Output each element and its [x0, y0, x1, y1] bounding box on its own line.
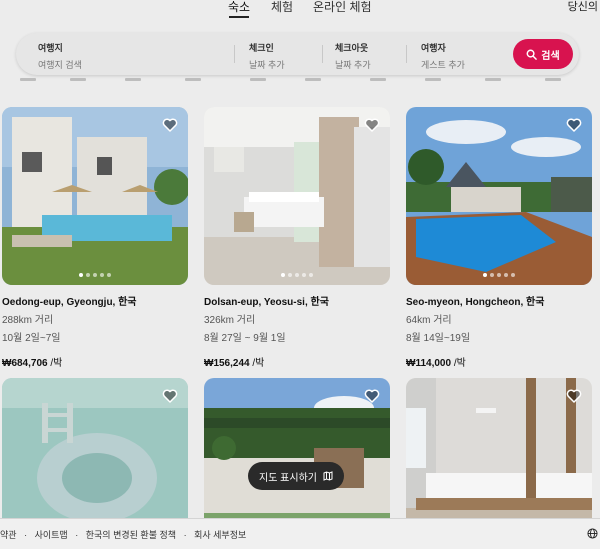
tab-experiences[interactable]: 체험: [271, 0, 293, 15]
checkout-label: 체크아웃: [335, 43, 369, 53]
search-checkin[interactable]: 체크인 날짜 추가: [249, 41, 285, 71]
category-icon[interactable]: [305, 78, 321, 81]
search-guests[interactable]: 여행자 게스트 추가: [421, 41, 465, 71]
listing-dates: 8월 14일~19일: [406, 333, 471, 344]
listing-price: ₩156,244 /박: [204, 354, 390, 369]
category-icon[interactable]: [70, 78, 86, 81]
listing-info: Oedong-eup, Gyeongju, 한국 288km 거리 10월 2일…: [2, 293, 188, 369]
tab-stays[interactable]: 숙소: [228, 0, 250, 15]
where-label: 여행지: [38, 43, 63, 53]
listing-distance: 326km 거리: [204, 315, 256, 326]
category-strip: [0, 78, 600, 90]
listing-location: Oedong-eup, Gyeongju, 한국: [2, 297, 137, 308]
search-checkout[interactable]: 체크아웃 날짜 추가: [335, 41, 371, 71]
heart-icon[interactable]: [162, 117, 178, 133]
listing-photo[interactable]: [2, 107, 188, 285]
tab-active-indicator: [229, 16, 249, 18]
listing-location: Dolsan-eup, Yeosu-si, 한국: [204, 297, 329, 308]
listing-distance: 64km 거리: [406, 315, 452, 326]
page: 숙소 체험 온라인 체험 당신의 여행지 여행지 검색 체크인 날짜 추가 체크…: [0, 0, 600, 549]
guests-label: 여행자: [421, 43, 446, 53]
show-map-button[interactable]: 지도 표시하기: [248, 462, 344, 490]
divider: [234, 45, 235, 63]
heart-icon[interactable]: [162, 388, 178, 404]
heart-icon[interactable]: [364, 117, 380, 133]
heart-icon[interactable]: [566, 117, 582, 133]
heart-icon[interactable]: [364, 388, 380, 404]
checkin-value: 날짜 추가: [249, 60, 285, 70]
show-map-label: 지도 표시하기: [259, 472, 317, 484]
listing-price-unit: /박: [249, 358, 265, 369]
host-link[interactable]: 당신의: [568, 0, 598, 14]
listing-price: ₩684,706 /박: [2, 354, 188, 369]
search-bar: 여행지 여행지 검색 체크인 날짜 추가 체크아웃 날짜 추가 여행자 게스트 …: [16, 33, 579, 75]
footer-link-company-details[interactable]: 회사 세부정보: [194, 530, 246, 540]
listing-photo[interactable]: [204, 107, 390, 285]
listing-dates: 10월 2일~7일: [2, 333, 61, 344]
footer-separator: ·: [24, 530, 28, 540]
heart-icon[interactable]: [566, 388, 582, 404]
divider: [322, 45, 323, 63]
search-button[interactable]: 검색: [513, 39, 573, 69]
footer-separator: ·: [75, 530, 79, 540]
footer: 약관 · 사이트맵 · 한국의 변경된 환불 정책 · 회사 세부정보: [0, 518, 600, 549]
listing-info: Dolsan-eup, Yeosu-si, 한국 326km 거리 8월 27일…: [204, 293, 390, 369]
listing-distance: 288km 거리: [2, 315, 54, 326]
where-input[interactable]: 여행지 검색: [38, 58, 82, 71]
listing-price-amount: ₩114,000: [406, 358, 452, 369]
footer-separator: ·: [183, 530, 187, 540]
map-icon: [323, 471, 333, 481]
checkin-label: 체크인: [249, 43, 274, 53]
footer-links: 약관 · 사이트맵 · 한국의 변경된 환불 정책 · 회사 세부정보: [0, 528, 246, 541]
footer-link-refund-policy[interactable]: 한국의 변경된 환불 정책: [86, 530, 176, 540]
divider: [406, 45, 407, 63]
photo-pagination: [79, 273, 111, 277]
globe-icon[interactable]: [587, 528, 598, 539]
category-icon[interactable]: [370, 78, 386, 81]
checkout-value: 날짜 추가: [335, 60, 371, 70]
listing-price-amount: ₩156,244: [204, 358, 250, 369]
category-icon[interactable]: [425, 78, 441, 81]
search-button-label: 검색: [541, 50, 560, 62]
listing-info: Seo-myeon, Hongcheon, 한국 64km 거리 8월 14일~…: [406, 293, 592, 369]
photo-pagination: [281, 273, 313, 277]
search-icon: [526, 49, 538, 60]
listing-photo[interactable]: [406, 107, 592, 285]
category-icon[interactable]: [125, 78, 141, 81]
category-icon[interactable]: [20, 78, 36, 81]
guests-value: 게스트 추가: [421, 60, 465, 70]
listing-price-amount: ₩684,706: [2, 358, 48, 369]
footer-link-terms[interactable]: 약관: [0, 530, 17, 540]
category-icon[interactable]: [485, 78, 501, 81]
listing-price-unit: /박: [47, 358, 63, 369]
photo-pagination: [483, 273, 515, 277]
listing-price-unit: /박: [451, 358, 466, 369]
listing-location: Seo-myeon, Hongcheon, 한국: [406, 297, 545, 308]
tab-online-experiences[interactable]: 온라인 체험: [313, 0, 372, 15]
top-nav: 숙소 체험 온라인 체험 당신의: [0, 0, 600, 22]
listing-dates: 8월 27일 ~ 9월 1일: [204, 333, 286, 344]
category-icon[interactable]: [545, 78, 561, 81]
category-icon[interactable]: [250, 78, 266, 81]
search-where[interactable]: 여행지 여행지 검색: [38, 41, 82, 71]
listing-price: ₩114,000 /박: [406, 354, 592, 369]
category-icon[interactable]: [185, 78, 201, 81]
footer-link-sitemap[interactable]: 사이트맵: [35, 530, 68, 540]
